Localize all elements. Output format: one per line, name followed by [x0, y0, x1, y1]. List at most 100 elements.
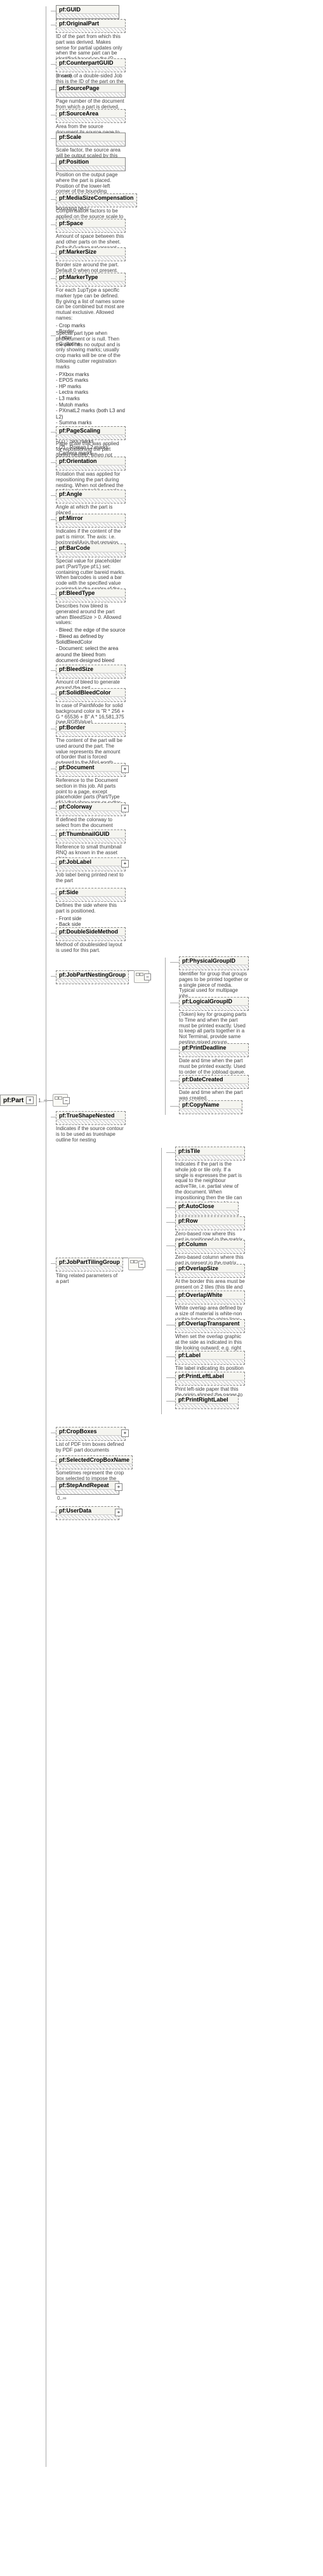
attr-box[interactable]: pf:SourceArea — [56, 109, 126, 123]
attr-box[interactable]: pf:SelectedCropBoxName — [56, 1455, 133, 1469]
enum-item: Front side — [56, 916, 126, 922]
child-box[interactable]: pf:Row — [175, 1216, 245, 1230]
child-description: (Token) key for grouping parts to Time a… — [179, 1012, 249, 1046]
attr-box[interactable]: pf:DoubleSideMethod — [56, 927, 126, 941]
group-pf-JobPartNestingGroup: pf:JobPartNestingGroup − — [51, 970, 149, 984]
collapse-icon[interactable]: − — [63, 1097, 70, 1104]
hatch-pattern — [56, 522, 125, 527]
child-box[interactable]: pf:PrintLeftLabel — [175, 1372, 245, 1386]
child-box[interactable]: pf:isTile — [175, 1147, 245, 1161]
attr-box[interactable]: pf:JobLabel+ — [56, 857, 126, 871]
attr-box[interactable]: pf:ThumbnailGUID — [56, 829, 126, 843]
attr-box[interactable]: pf:CounterpartGUID — [56, 58, 126, 72]
attr-box[interactable]: pf:BleedSize — [56, 665, 126, 679]
connector-line — [51, 976, 56, 977]
attr-title: pf:Angle — [59, 491, 122, 497]
hatch-pattern — [56, 256, 125, 261]
attr-box[interactable]: pf:Document+ — [56, 763, 126, 777]
hatch-pattern — [56, 27, 125, 32]
expand-icon[interactable]: + — [121, 1429, 129, 1437]
hatch-pattern — [176, 1380, 244, 1385]
child-box[interactable]: pf:OverlapWhite — [175, 1291, 245, 1304]
hatch-pattern — [56, 935, 125, 940]
attr-title: pf:OriginalPart — [59, 20, 122, 27]
attr-title: pf:Mirror — [59, 515, 122, 521]
child-box[interactable]: pf:Label — [175, 1351, 245, 1365]
expand-icon[interactable]: + — [26, 1096, 34, 1104]
child-box[interactable]: pf:CopyName — [179, 1100, 242, 1114]
child-box[interactable]: pf:PrintDeadline — [179, 1043, 249, 1057]
collapse-icon[interactable]: − — [144, 973, 151, 980]
connector-line — [166, 1377, 175, 1378]
child-box[interactable]: pf:OverlapTransparent — [175, 1319, 245, 1333]
group-box[interactable]: pf:JobPartNestingGroup — [56, 970, 129, 984]
attr-title: pf:MediaSizeCompensation — [59, 195, 134, 201]
attr-title: pf:DoubleSideMethod — [59, 928, 122, 935]
attr-title: pf:MarkerSize — [59, 249, 122, 255]
attr-box[interactable]: pf:PageScaling — [56, 426, 126, 440]
connector-line — [51, 89, 56, 90]
attr-box[interactable]: pf:UserData+ — [56, 1506, 119, 1520]
attr-box[interactable]: pf:Angle — [56, 490, 126, 504]
connector-line — [51, 1263, 56, 1264]
child-pf-CopyName: pf:CopyName — [170, 1100, 242, 1114]
connector-line — [51, 432, 56, 433]
child-title: pf:PrintDeadline — [182, 1044, 246, 1051]
expand-icon[interactable]: + — [121, 805, 129, 812]
attr-box[interactable]: pf:Orientation — [56, 457, 126, 471]
attr-box[interactable]: pf:SourcePage — [56, 84, 126, 98]
attr-box[interactable]: pf:BarCode — [56, 543, 126, 557]
expand-icon[interactable]: + — [115, 1509, 122, 1516]
attr-box[interactable]: pf:BleedType — [56, 589, 126, 602]
hatch-pattern — [176, 1225, 244, 1230]
expand-icon[interactable]: + — [121, 860, 129, 868]
attr-pf-ThumbnailGUID: pf:ThumbnailGUIDReference to small thumb… — [51, 829, 126, 861]
child-box[interactable]: pf:OverlapSize — [175, 1264, 245, 1278]
child-box[interactable]: pf:DateCreated — [179, 1075, 249, 1089]
hatch-pattern — [176, 1327, 244, 1332]
attr-box[interactable]: pf:MarkerSize — [56, 247, 126, 261]
connector-line — [51, 670, 56, 671]
attr-title: pf:Position — [59, 159, 122, 165]
child-box[interactable]: pf:PhysicalGroupID — [179, 956, 249, 970]
child-box[interactable]: pf:LogicalGroupID — [179, 997, 249, 1011]
root-box[interactable]: pf:Part + — [0, 1095, 37, 1106]
attr-box[interactable]: pf:GUID — [56, 5, 119, 19]
attr-box[interactable]: pf:CropBoxes+ — [56, 1427, 126, 1441]
attr-box[interactable]: pf:Space — [56, 219, 126, 233]
attr-box[interactable]: pf:OriginalPart — [56, 19, 126, 33]
attr-box[interactable]: pf:TrueShapeNested — [56, 1111, 126, 1125]
child-box[interactable]: pf:PrintRightLabel — [175, 1395, 239, 1409]
attr-title: pf:BarCode — [59, 545, 122, 551]
hatch-pattern — [176, 1272, 244, 1277]
attr-box[interactable]: pf:Border — [56, 723, 126, 737]
expand-icon[interactable]: + — [115, 1483, 122, 1491]
child-box[interactable]: pf:Column — [175, 1240, 245, 1254]
attr-description: Describes how bleed is generated around … — [56, 604, 126, 626]
attr-title: pf:UserData — [59, 1507, 116, 1514]
attr-box[interactable]: pf:MediaSizeCompensation — [56, 193, 137, 207]
attr-box[interactable]: pf:Mirror — [56, 514, 126, 528]
connector-line — [48, 1100, 53, 1101]
attr-box[interactable]: pf:Scale — [56, 133, 126, 146]
hatch-pattern — [56, 67, 125, 72]
attr-box[interactable]: pf:SolidBleedColor — [56, 688, 126, 702]
hatch-pattern — [56, 92, 125, 97]
group-box[interactable]: pf:JobPartTilingGroup — [56, 1258, 123, 1272]
attr-box[interactable]: pf:Side — [56, 888, 126, 902]
child-box[interactable]: pf:AutoClose — [175, 1202, 239, 1216]
hatch-pattern — [56, 227, 125, 232]
connector-line — [51, 808, 56, 809]
attr-title: pf:JobLabel — [59, 859, 122, 865]
connector-line — [166, 1296, 175, 1297]
attr-box[interactable]: pf:MarkerType — [56, 273, 126, 287]
connector-line — [51, 163, 56, 164]
attr-box[interactable]: pf:Colorway+ — [56, 802, 126, 816]
hatch-pattern — [56, 979, 128, 984]
attr-description: Page number of the document from which a… — [56, 99, 126, 110]
collapse-icon[interactable]: − — [138, 1261, 145, 1268]
attr-box[interactable]: pf:Position — [56, 157, 126, 171]
attr-description: List of PDF trim boxes defined by PDF pa… — [56, 1442, 126, 1454]
expand-icon[interactable]: + — [121, 765, 129, 773]
attr-box[interactable]: pf:StepAndRepeat+ — [56, 1481, 119, 1495]
